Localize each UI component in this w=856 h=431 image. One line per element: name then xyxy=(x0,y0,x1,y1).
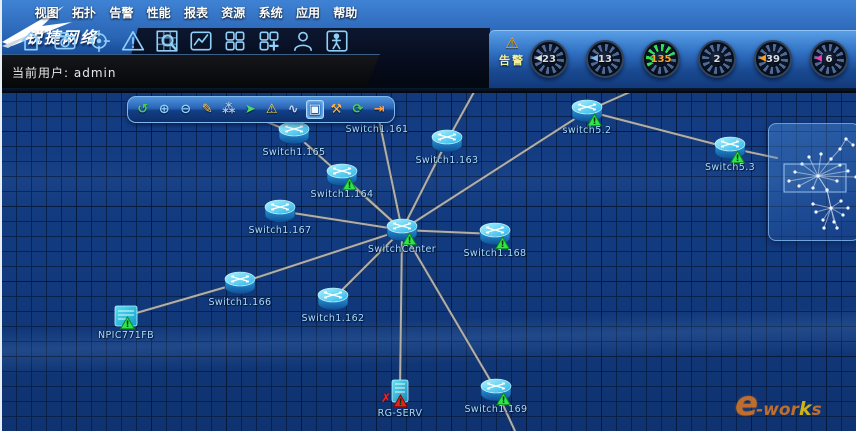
logout-icon[interactable] xyxy=(322,26,351,56)
svg-text:!: ! xyxy=(398,398,402,408)
alarm-gauge-6[interactable]: ◀6 xyxy=(810,40,848,78)
tool-export-arrow-icon[interactable]: ➤ xyxy=(242,100,260,119)
node-label-switch1-163: Switch1.163 xyxy=(392,155,502,166)
node-switch5-3[interactable]: ! xyxy=(712,135,748,161)
tool-undo-icon[interactable]: ↺ xyxy=(134,100,152,119)
menu-item-5[interactable]: 资源 xyxy=(215,4,252,21)
node-label-switch1-167: Switch1.167 xyxy=(225,225,335,236)
tool-edit-link-icon[interactable]: ✎ xyxy=(199,100,217,119)
node-switch1-166[interactable] xyxy=(222,270,258,296)
node-label-switch1-168: Switch1.168 xyxy=(440,248,550,259)
alarm-gauge-5[interactable]: ◀39 xyxy=(754,40,792,78)
alarm-gauge-4[interactable]: 2 xyxy=(698,40,736,78)
eworks-watermark: e-works xyxy=(735,384,822,424)
node-switch1-165[interactable] xyxy=(276,120,312,146)
menu-item-6[interactable]: 系统 xyxy=(252,4,289,21)
performance-icon[interactable] xyxy=(186,26,215,56)
alarm-icon[interactable] xyxy=(118,26,147,56)
node-label-switch1-166: Switch1.166 xyxy=(185,297,295,308)
node-switch1-169[interactable]: ! xyxy=(478,377,514,403)
eworks-logo-text: -wor xyxy=(756,400,799,420)
tool-alarm-view-icon[interactable]: ⚠ xyxy=(263,100,281,119)
node-label-switch1-169: Switch1.169 xyxy=(441,404,551,415)
tool-zoom-out-icon[interactable]: ⊖ xyxy=(177,100,195,119)
alarm-gauge-3[interactable]: ◀135 xyxy=(642,40,680,78)
minimap-graph xyxy=(769,124,856,242)
menu-item-1[interactable]: 拓扑 xyxy=(65,4,102,21)
node-label-switch1-164: Switch1.164 xyxy=(287,189,397,200)
alarm-panel: ⚠ 告警 ◀23 ◀13 ◀135 2 ◀39 ◀6 xyxy=(489,30,856,88)
current-user-label: 当前用户: admin xyxy=(12,64,116,81)
apps-add-icon[interactable] xyxy=(254,26,283,56)
apps-icon[interactable] xyxy=(220,26,249,56)
minimap-viewport xyxy=(784,164,846,192)
main-menu: 视图拓扑告警性能报表资源系统应用帮助 xyxy=(28,4,364,21)
eworks-logo-arrow: s xyxy=(812,400,822,420)
node-label-switch1-165: Switch1.165 xyxy=(239,147,349,158)
alarm-gauge-2[interactable]: ◀13 xyxy=(586,40,624,78)
menu-item-8[interactable]: 帮助 xyxy=(327,4,364,21)
header-bar: 锐捷网络 视图拓扑告警性能报表资源系统应用帮助 当前用户: admin ⚠ 告警… xyxy=(2,0,856,93)
node-label-npic771fb: NPIC771FB xyxy=(71,330,181,341)
menu-item-2[interactable]: 告警 xyxy=(103,4,140,21)
node-rg-serv[interactable]: !✗ xyxy=(389,379,411,405)
camera-icon[interactable] xyxy=(50,26,79,56)
user-icon[interactable] xyxy=(288,26,317,56)
menu-item-3[interactable]: 性能 xyxy=(140,4,177,21)
eworks-logo-k: k xyxy=(799,398,812,420)
node-switch1-167[interactable] xyxy=(262,198,298,224)
node-switch1-168[interactable]: ! xyxy=(477,221,513,247)
node-label-rg-serv: RG-SERV xyxy=(345,408,455,419)
warning-triangle-icon: ⚠ xyxy=(495,36,529,50)
node-switch1-162[interactable] xyxy=(315,286,351,312)
network-management-window: Switch1.161Switch1.165Switch1.163!Switch… xyxy=(0,0,856,431)
node-switch1-164[interactable]: ! xyxy=(324,162,360,188)
menu-item-0[interactable]: 视图 xyxy=(28,4,65,21)
node-npic771fb[interactable]: ! xyxy=(114,305,138,327)
tool-background-map-icon[interactable]: ▣ xyxy=(306,100,324,119)
menu-item-4[interactable]: 报表 xyxy=(177,4,214,21)
node-label-switch5-2: switch5.2 xyxy=(532,125,642,136)
alarm-label-block[interactable]: ⚠ 告警 xyxy=(495,36,529,68)
tool-exit-icon[interactable]: ⇥ xyxy=(371,100,389,119)
header-divider xyxy=(2,88,856,93)
nav-icon-row xyxy=(16,26,356,56)
node-switch1-163[interactable] xyxy=(429,128,465,154)
topology-minimap[interactable] xyxy=(768,123,856,241)
tool-zoom-in-icon[interactable]: ⊕ xyxy=(156,100,174,119)
alarm-gauge-1[interactable]: ◀23 xyxy=(530,40,568,78)
eworks-logo-e: e xyxy=(735,384,756,424)
topology-toolbar: ↺⊕⊖✎⁂➤⚠∿▣⚒⟳⇥ xyxy=(127,96,395,123)
tool-refresh-icon[interactable]: ⟳ xyxy=(349,100,367,119)
tool-topology-layout-icon[interactable]: ⁂ xyxy=(220,100,238,119)
svg-text:!: ! xyxy=(125,320,129,330)
target-icon[interactable] xyxy=(84,26,113,56)
node-switch5-2[interactable]: ! xyxy=(569,98,605,124)
menu-item-7[interactable]: 应用 xyxy=(289,4,326,21)
node-label-switch1-162: Switch1.162 xyxy=(278,313,388,324)
tool-settings-icon[interactable]: ⚒ xyxy=(328,100,346,119)
node-label-switch1-161: Switch1.161 xyxy=(322,124,432,135)
down-cross-icon: ✗ xyxy=(381,391,391,405)
zoom-search-icon[interactable] xyxy=(152,26,181,56)
current-user-band: 当前用户: admin xyxy=(2,54,380,91)
node-switch-center[interactable]: ! xyxy=(384,217,420,243)
home-icon[interactable] xyxy=(16,26,45,56)
tool-performance-view-icon[interactable]: ∿ xyxy=(285,100,303,119)
alarm-label: 告警 xyxy=(495,52,529,68)
